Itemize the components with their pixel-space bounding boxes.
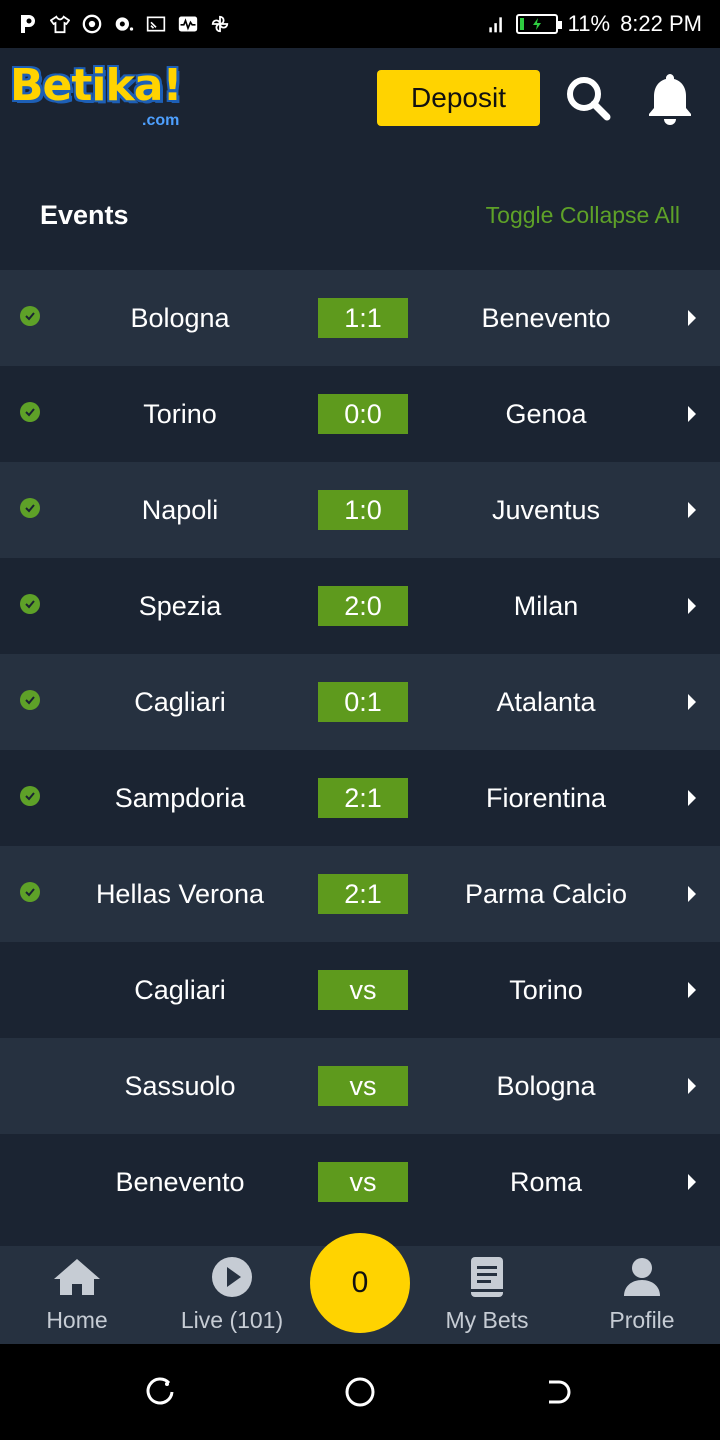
signal-icon	[486, 14, 506, 34]
event-row[interactable]: Napoli 1:0 Juventus	[0, 462, 720, 558]
event-row[interactable]: Cagliari vs Torino	[0, 942, 720, 1038]
away-team: Bologna	[496, 1070, 596, 1101]
event-row[interactable]: Benevento vs Roma	[0, 1134, 720, 1230]
events-title: Events	[40, 200, 129, 230]
shirt-icon	[50, 14, 70, 34]
notification-icons	[18, 14, 230, 34]
score-badge: 1:1	[318, 298, 408, 338]
app-header: Betika! .com Deposit	[0, 48, 720, 148]
event-row[interactable]: Bologna 1:1 Benevento	[0, 270, 720, 366]
chevron-right-icon[interactable]	[686, 500, 698, 520]
home-team: Bologna	[130, 302, 230, 333]
events-header: Events Toggle Collapse All	[0, 180, 720, 252]
finished-check-icon	[20, 882, 40, 902]
away-team: Roma	[509, 1166, 583, 1197]
play-icon	[207, 1255, 257, 1299]
event-row[interactable]: Hellas Verona 2:1 Parma Calcio	[0, 846, 720, 942]
system-navigation-bar	[0, 1344, 720, 1440]
betika-logo[interactable]: Betika! .com	[10, 60, 204, 132]
book-icon	[462, 1255, 512, 1299]
vs-badge: vs	[318, 1066, 408, 1106]
chrome-icon	[82, 14, 102, 34]
vs-badge: vs	[318, 1162, 408, 1202]
nav-home[interactable]: Home	[0, 1246, 154, 1344]
away-team: Genoa	[505, 398, 587, 429]
battery-icon	[515, 14, 562, 34]
p-app-icon	[18, 14, 38, 34]
finished-check-icon	[20, 690, 40, 710]
home-team: Cagliari	[134, 686, 226, 717]
system-status: 11% 8:22 PM	[486, 11, 702, 37]
event-row[interactable]: Torino 0:0 Genoa	[0, 366, 720, 462]
person-icon	[617, 1255, 667, 1299]
chevron-right-icon[interactable]	[686, 980, 698, 1000]
clock: 8:22 PM	[620, 11, 702, 36]
home-team: Spezia	[138, 590, 222, 621]
status-bar: 11% 8:22 PM	[0, 0, 720, 48]
away-team: Parma Calcio	[464, 878, 628, 909]
finished-check-icon	[20, 786, 40, 806]
away-team: Torino	[509, 974, 583, 1005]
finished-check-icon	[20, 594, 40, 614]
logo-text: Betika!	[10, 60, 183, 111]
vs-badge: vs	[318, 970, 408, 1010]
score-badge: 2:0	[318, 586, 408, 626]
bell-icon[interactable]	[644, 72, 696, 125]
home-team: Sassuolo	[124, 1070, 236, 1101]
home-icon	[52, 1255, 102, 1299]
chevron-right-icon[interactable]	[686, 404, 698, 424]
chevron-right-icon[interactable]	[686, 308, 698, 328]
home-circle-icon[interactable]	[342, 1374, 378, 1410]
media-icon	[114, 14, 134, 34]
pinwheel-icon	[210, 14, 230, 34]
score-badge: 0:1	[318, 682, 408, 722]
cast-icon	[146, 14, 166, 34]
back-icon[interactable]	[540, 1374, 576, 1410]
finished-check-icon	[20, 306, 40, 326]
recents-icon[interactable]	[142, 1374, 178, 1410]
away-team: Fiorentina	[485, 782, 607, 813]
home-team: Napoli	[141, 494, 219, 525]
score-badge: 0:0	[318, 394, 408, 434]
nav-home-label: Home	[46, 1307, 108, 1333]
nav-live-label: Live (101)	[180, 1307, 284, 1333]
activity-icon	[178, 14, 198, 34]
chevron-right-icon[interactable]	[686, 1076, 698, 1096]
chevron-right-icon[interactable]	[686, 788, 698, 808]
event-row[interactable]: Cagliari 0:1 Atalanta	[0, 654, 720, 750]
finished-check-icon	[20, 498, 40, 518]
nav-profile[interactable]: Profile	[565, 1246, 719, 1344]
nav-profile-label: Profile	[609, 1307, 675, 1333]
event-row[interactable]: Spezia 2:0 Milan	[0, 558, 720, 654]
home-team: Torino	[143, 398, 217, 429]
search-icon[interactable]	[562, 72, 614, 124]
chevron-right-icon[interactable]	[686, 1172, 698, 1192]
score-badge: 2:1	[318, 778, 408, 818]
event-row[interactable]: Sampdoria 2:1 Fiorentina	[0, 750, 720, 846]
chevron-right-icon[interactable]	[686, 692, 698, 712]
logo-subtext: .com	[142, 112, 180, 129]
event-row[interactable]: Sassuolo vs Bologna	[0, 1038, 720, 1134]
home-team: Hellas Verona	[95, 878, 265, 909]
away-team: Atalanta	[496, 686, 596, 717]
away-team: Milan	[513, 590, 579, 621]
chevron-right-icon[interactable]	[686, 884, 698, 904]
nav-my-bets[interactable]: My Bets	[410, 1246, 564, 1344]
nav-my-bets-label: My Bets	[445, 1307, 529, 1333]
home-team: Sampdoria	[114, 782, 246, 813]
away-team: Benevento	[481, 302, 611, 333]
finished-check-icon	[20, 402, 40, 422]
deposit-button[interactable]: Deposit	[377, 70, 540, 126]
score-badge: 1:0	[318, 490, 408, 530]
toggle-collapse-all-link[interactable]: Toggle Collapse All	[486, 202, 680, 229]
battery-percentage: 11%	[567, 11, 611, 36]
score-badge: 2:1	[318, 874, 408, 914]
home-team: Cagliari	[134, 974, 226, 1005]
away-team: Juventus	[491, 494, 601, 525]
events-list: Bologna 1:1 Benevento Torino 0:0 Genoa N…	[0, 270, 720, 1230]
chevron-right-icon[interactable]	[686, 596, 698, 616]
betslip-button[interactable]: 0	[310, 1233, 410, 1333]
nav-live[interactable]: Live (101)	[155, 1246, 309, 1344]
home-team: Benevento	[115, 1166, 245, 1197]
